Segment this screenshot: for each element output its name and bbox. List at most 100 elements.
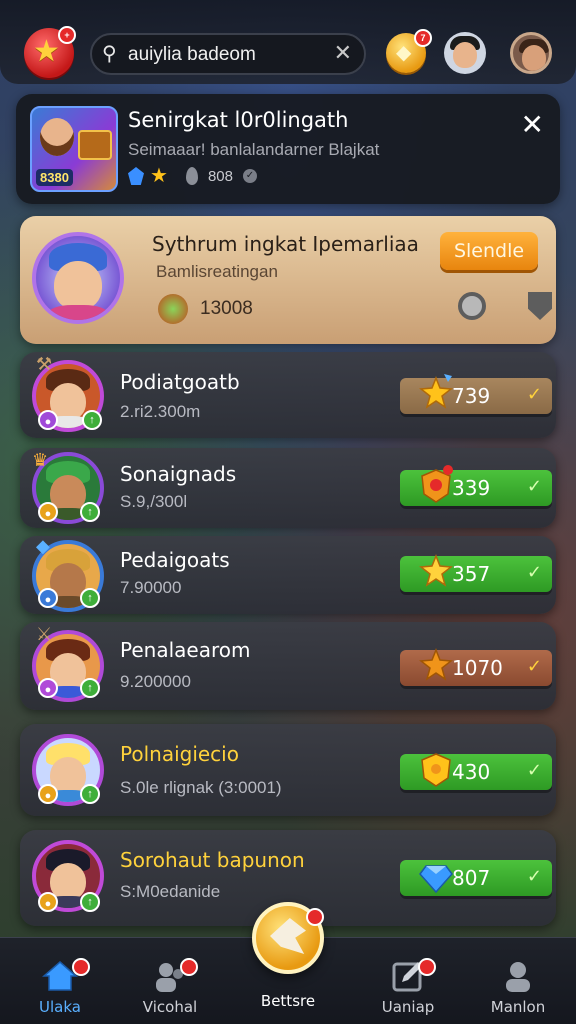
coins-button[interactable]: ◆ 7 [386, 29, 432, 73]
highlight-action-button[interactable]: Slendle [440, 232, 538, 270]
score-value: 430 [452, 760, 491, 784]
rank-badge-icon: ↑ [80, 892, 100, 912]
battle-icon [270, 918, 306, 954]
chevron-down-icon: ✓ [526, 656, 542, 676]
featured-count: 808 [207, 167, 233, 185]
level-badge-icon: ● [38, 410, 58, 430]
player-row[interactable]: ♛ ● ↑ Sonaignads S.9,/300l 339 ✓ [20, 448, 556, 528]
battle-button[interactable] [252, 902, 324, 974]
nav-item-profile[interactable]: Manlon [468, 958, 568, 1016]
nav-item-edit[interactable]: Uaniap [358, 958, 458, 1016]
target-icon[interactable] [458, 292, 486, 320]
clear-search-icon[interactable]: ✕ [334, 40, 352, 66]
nav-label: Uaniap [381, 998, 435, 1016]
featured-subtitle: Seimaaar! banlalandarner Blajkat [128, 140, 380, 159]
friend-avatar[interactable] [444, 32, 486, 74]
score-pill[interactable]: 1070 ✓ [400, 647, 552, 686]
avatar-face [54, 261, 102, 310]
player-meta: S.9,/300l [120, 492, 188, 511]
score-value: 807 [452, 866, 491, 890]
chevron-down-icon: ✓ [526, 476, 542, 496]
player-name: Penalaearom [120, 638, 251, 662]
chevron-down-icon: ✓ [526, 384, 542, 404]
level-badge-icon: ● [38, 892, 58, 912]
chevron-down-icon: ✓ [526, 760, 542, 780]
player-meta: 9.200000 [120, 672, 191, 691]
shield-gold-icon [421, 753, 451, 787]
home-icon [42, 958, 90, 994]
score-value: 357 [452, 562, 491, 586]
avatar-face [453, 42, 477, 68]
avatar-face [522, 45, 546, 71]
player-name: Sorohaut bapunon [120, 848, 305, 872]
player-meta: S.0le rlignak (3:0001) [120, 778, 282, 797]
bottom-navigation: Ulaka Vicohal Bettsre Uaniap Manlon [0, 902, 576, 1024]
chevron-down-icon: ✓ [526, 562, 542, 582]
treasure-chest-illustration [78, 130, 112, 160]
close-icon[interactable]: ✕ [521, 108, 544, 141]
profile-icon [500, 958, 536, 994]
star-logo-icon: ★ [33, 35, 60, 68]
score-pill[interactable]: 430 ✓ [400, 753, 552, 790]
people-icon [152, 958, 198, 994]
player-row[interactable]: ⚒ ● ↑ Podiatgoatb 2.ri2.300m 739 ✓ [20, 352, 556, 438]
verified-icon: ✓ [242, 169, 257, 183]
featured-title: Senirgkat l0r0lingath [128, 108, 349, 132]
score-pill[interactable]: 339 ✓ [400, 465, 552, 506]
edit-icon [390, 958, 436, 994]
highlight-subtitle: Bamlisreatingan [156, 262, 278, 281]
highlight-score: 13008 [200, 298, 253, 319]
coins-notification-badge: 7 [414, 29, 432, 47]
nav-label: Vicohal [142, 998, 198, 1016]
nav-label: Manlon [490, 998, 546, 1016]
score-pill[interactable]: 357 ✓ [400, 553, 552, 592]
nav-item-social[interactable]: Vicohal [120, 958, 220, 1016]
trophy-icon [158, 294, 188, 324]
rank-badge-icon: ↑ [80, 502, 100, 522]
player-meta: S:M0edanide [120, 882, 221, 901]
player-row[interactable]: ◆ ● ↑ Pedaigoats 7.90000 357 ✓ [20, 536, 556, 614]
logo-notification-badge: + [58, 26, 76, 44]
app-logo-button[interactable]: ★ + [24, 26, 76, 78]
sword-icon: ⚔ [36, 624, 53, 644]
rank-badge-icon: ↑ [82, 410, 102, 430]
shield-heart-icon [421, 465, 453, 503]
player-name: Polnaigiecio [120, 742, 239, 766]
player-meta: 7.90000 [120, 578, 182, 597]
star-burst-icon [419, 374, 453, 409]
rank-badge-icon: ↑ [80, 678, 100, 698]
highlighted-player-card[interactable]: Sythrum ingkat Ipemarliaa Bamlisreatinga… [20, 216, 556, 344]
player-row[interactable]: ⚔ ● ↑ Penalaearom 9.200000 1070 ✓ [20, 622, 556, 710]
hammer-icon: ⚒ [36, 354, 53, 374]
crown-icon: ♛ [32, 450, 49, 470]
rank-badge-icon: ↑ [80, 588, 100, 608]
hero-illustration [40, 118, 74, 156]
score-value: 1070 [452, 656, 503, 680]
player-name: Podiatgoatb [120, 370, 240, 394]
gem-icon: ◆ [36, 536, 50, 556]
player-row[interactable]: ● ↑ Polnaigiecio S.0le rlignak (3:0001) … [20, 724, 556, 816]
coin-icon: ◆ [396, 42, 412, 64]
level-badge-icon: ● [38, 502, 58, 522]
score-pill[interactable]: 807 ✓ [400, 860, 552, 896]
game-thumbnail[interactable]: 8380 [30, 106, 118, 192]
player-name: Pedaigoats [120, 548, 230, 572]
chevron-down-icon: ✓ [526, 866, 542, 886]
star-icon: ★ [150, 165, 168, 187]
search-input[interactable] [126, 39, 330, 71]
avatar-shirt [47, 304, 109, 320]
nav-label-battle: Bettsre [260, 992, 316, 1010]
gem-icon [419, 865, 453, 894]
score-pill[interactable]: 739 ✓ [400, 374, 552, 414]
search-icon: ⚲ [102, 43, 117, 65]
nav-item-home[interactable]: Ulaka [10, 958, 110, 1016]
shield-icon[interactable] [528, 292, 552, 320]
search-bar[interactable]: ⚲ ✕ [90, 33, 366, 75]
featured-game-card[interactable]: 8380 Senirgkat l0r0lingath Seimaaar! ban… [16, 94, 560, 204]
thumbnail-tag: 8380 [36, 169, 73, 186]
player-name: Sonaignads [120, 462, 237, 486]
score-value: 739 [452, 384, 491, 408]
user-avatar[interactable] [510, 32, 552, 74]
gem-icon [128, 167, 144, 185]
player-avatar [32, 232, 124, 324]
